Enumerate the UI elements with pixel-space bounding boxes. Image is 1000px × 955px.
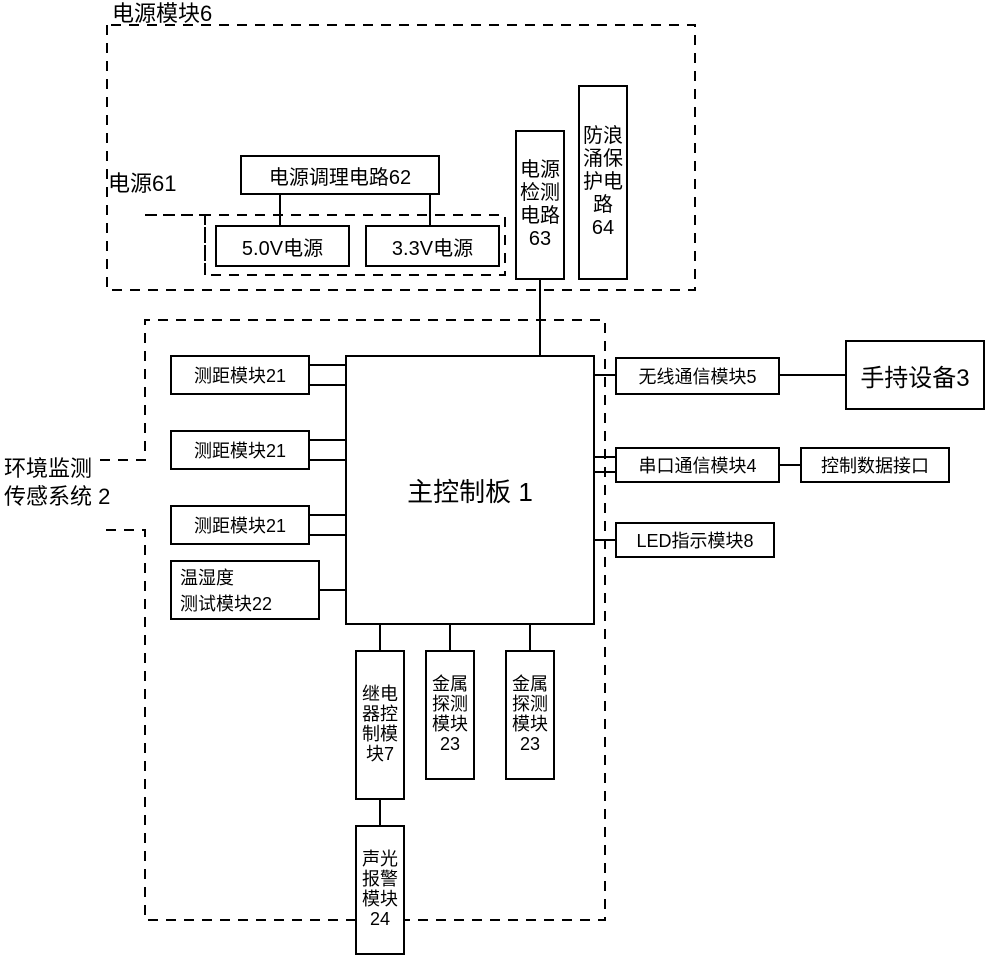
- label-env-system-2: 环境监测 传感系统 2: [4, 455, 110, 510]
- block-metal-23-a: 金属探测模块23: [425, 650, 475, 780]
- block-ctrl-iface: 控制数据接口: [800, 447, 950, 483]
- block-relay-7: 继电器控制模块7: [355, 650, 405, 800]
- block-range-21-c: 测距模块21: [170, 505, 310, 545]
- block-metal-23-b: 金属探测模块23: [505, 650, 555, 780]
- diagram-canvas: 电源模块6 电源61 环境监测 传感系统 2 电源调理电路62 5.0V电源 3…: [0, 0, 1000, 938]
- label-power-module-6: 电源模块6: [112, 0, 212, 28]
- block-power-detect-63: 电源检测电路63: [515, 130, 565, 280]
- block-wireless-5: 无线通信模块5: [615, 357, 780, 395]
- block-handheld-3: 手持设备3: [845, 340, 985, 410]
- block-serial-4: 串口通信模块4: [615, 447, 780, 483]
- block-range-21-a: 测距模块21: [170, 355, 310, 395]
- block-range-21-b: 测距模块21: [170, 430, 310, 470]
- block-alarm-24: 声光报警模块24: [355, 825, 405, 955]
- block-power-regulation-62: 电源调理电路62: [240, 155, 440, 195]
- block-temp-humidity-22: 温湿度 测试模块22: [170, 560, 320, 620]
- block-surge-protect-64: 防浪涌保护电路64: [578, 85, 628, 280]
- block-main-controller-1: 主控制板 1: [345, 355, 595, 625]
- block-power-5v: 5.0V电源: [215, 225, 350, 267]
- label-power-61: 电源61: [108, 170, 176, 198]
- block-led-8: LED指示模块8: [615, 522, 775, 558]
- block-power-3v3: 3.3V电源: [365, 225, 500, 267]
